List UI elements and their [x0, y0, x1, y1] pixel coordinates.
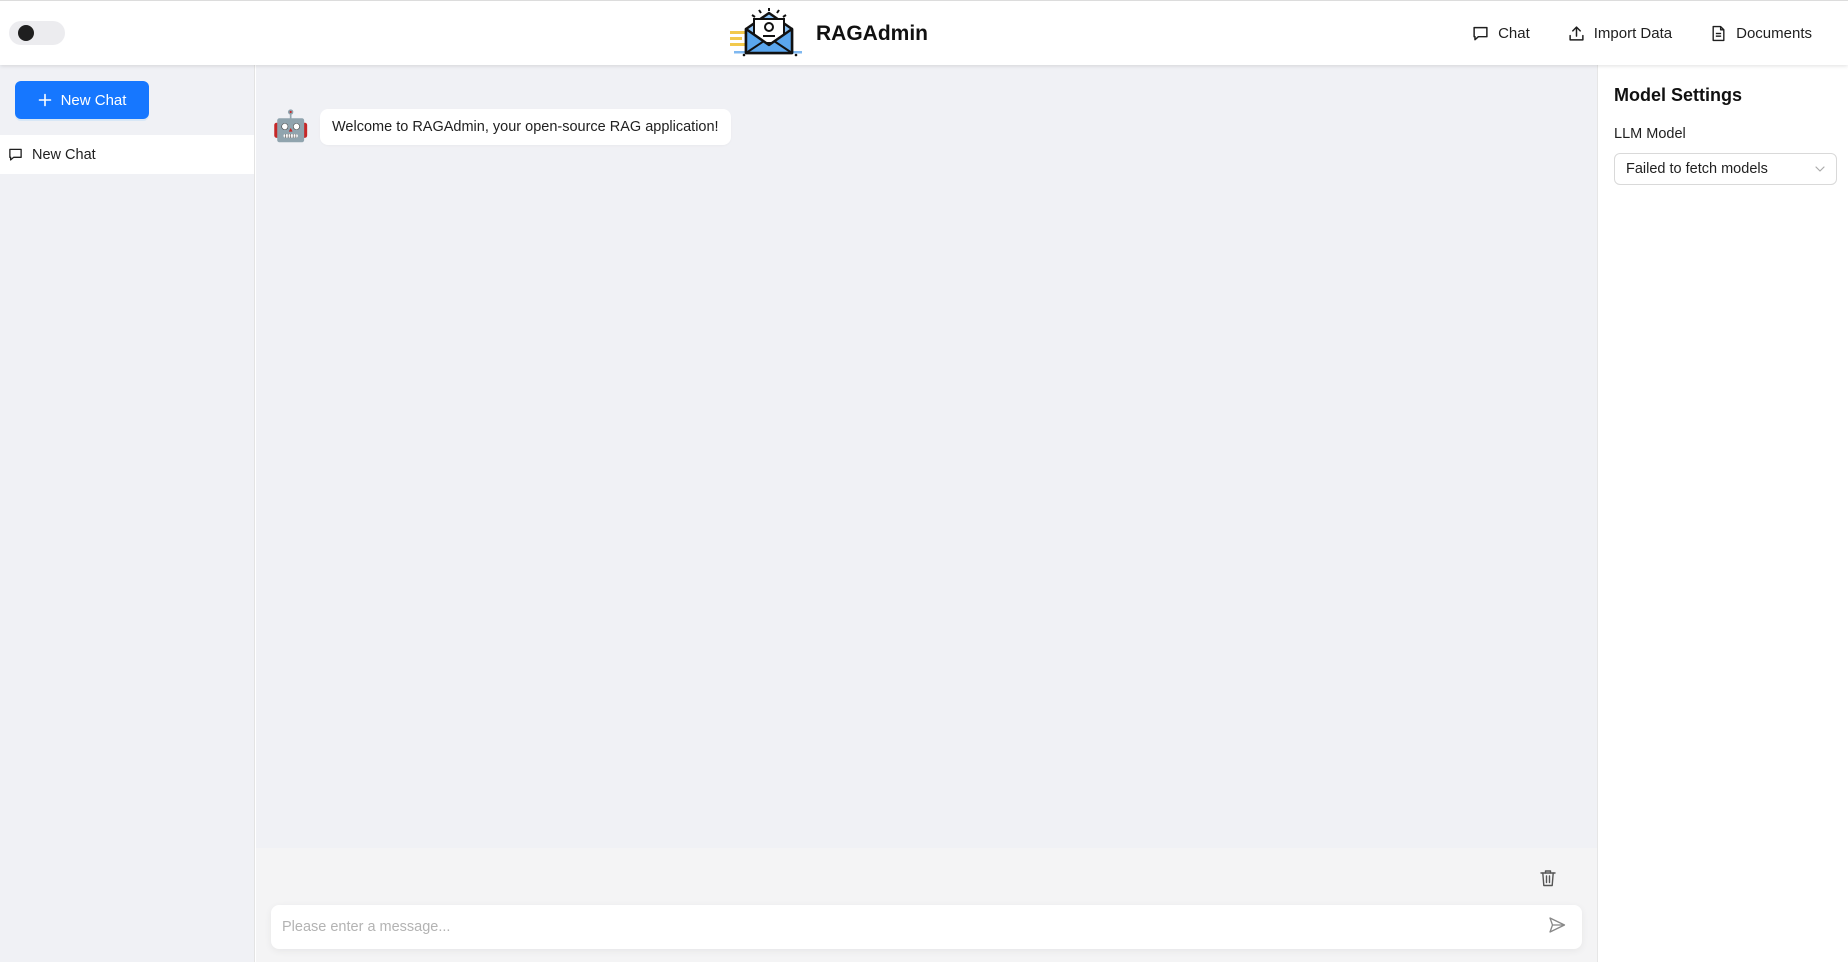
chat-main: 🤖 Welcome to RAGAdmin, your open-source …: [256, 65, 1597, 962]
brand[interactable]: RAGAdmin: [728, 7, 928, 61]
envelope-robot-logo-icon: [730, 8, 802, 57]
nav-import-label: Import Data: [1593, 25, 1673, 42]
toggle-knob: [18, 25, 34, 41]
assistant-message: 🤖 Welcome to RAGAdmin, your open-source …: [272, 109, 731, 145]
top-nav: Chat Import Data Documents: [1472, 1, 1812, 66]
clear-chat-button[interactable]: [1538, 868, 1560, 890]
trash-icon: [1540, 870, 1556, 887]
llm-model-selected-value: Failed to fetch models: [1626, 161, 1768, 177]
chat-sidebar: New Chat New Chat: [0, 65, 255, 962]
upload-icon: [1569, 26, 1584, 41]
document-icon: [1712, 25, 1725, 42]
model-settings-panel: Model Settings LLM Model Failed to fetch…: [1597, 65, 1848, 962]
top-header: RAGAdmin Chat Import Data Documents: [0, 0, 1848, 65]
nav-documents-label: Documents: [1736, 25, 1812, 42]
robot-avatar: 🤖: [272, 110, 310, 143]
new-chat-button-label: New Chat: [60, 91, 127, 109]
llm-model-select[interactable]: Failed to fetch models: [1614, 153, 1837, 185]
chat-list-item[interactable]: New Chat: [0, 135, 254, 174]
app-title: RAGAdmin: [816, 22, 928, 45]
message-composer: [256, 848, 1597, 962]
message-bubble: Welcome to RAGAdmin, your open-source RA…: [320, 109, 731, 145]
message-icon: [9, 148, 22, 161]
theme-toggle-switch[interactable]: [9, 21, 65, 45]
message-input-wrapper: [271, 905, 1582, 949]
llm-model-label: LLM Model: [1614, 126, 1686, 142]
nav-import-data[interactable]: Import Data: [1568, 25, 1672, 42]
chat-list-item-label: New Chat: [32, 146, 96, 163]
plus-icon: [38, 93, 51, 107]
send-button[interactable]: [1548, 916, 1570, 938]
nav-chat-label: Chat: [1498, 25, 1530, 42]
nav-documents[interactable]: Documents: [1710, 25, 1812, 42]
settings-title: Model Settings: [1614, 85, 1743, 105]
chevron-down-icon: [1815, 166, 1825, 172]
nav-chat[interactable]: Chat: [1472, 25, 1530, 42]
message-input[interactable]: [271, 905, 1531, 949]
message-icon: [1473, 26, 1488, 41]
send-icon: [1549, 917, 1566, 933]
new-chat-button[interactable]: New Chat: [15, 81, 149, 119]
message-list: 🤖 Welcome to RAGAdmin, your open-source …: [256, 65, 1597, 848]
